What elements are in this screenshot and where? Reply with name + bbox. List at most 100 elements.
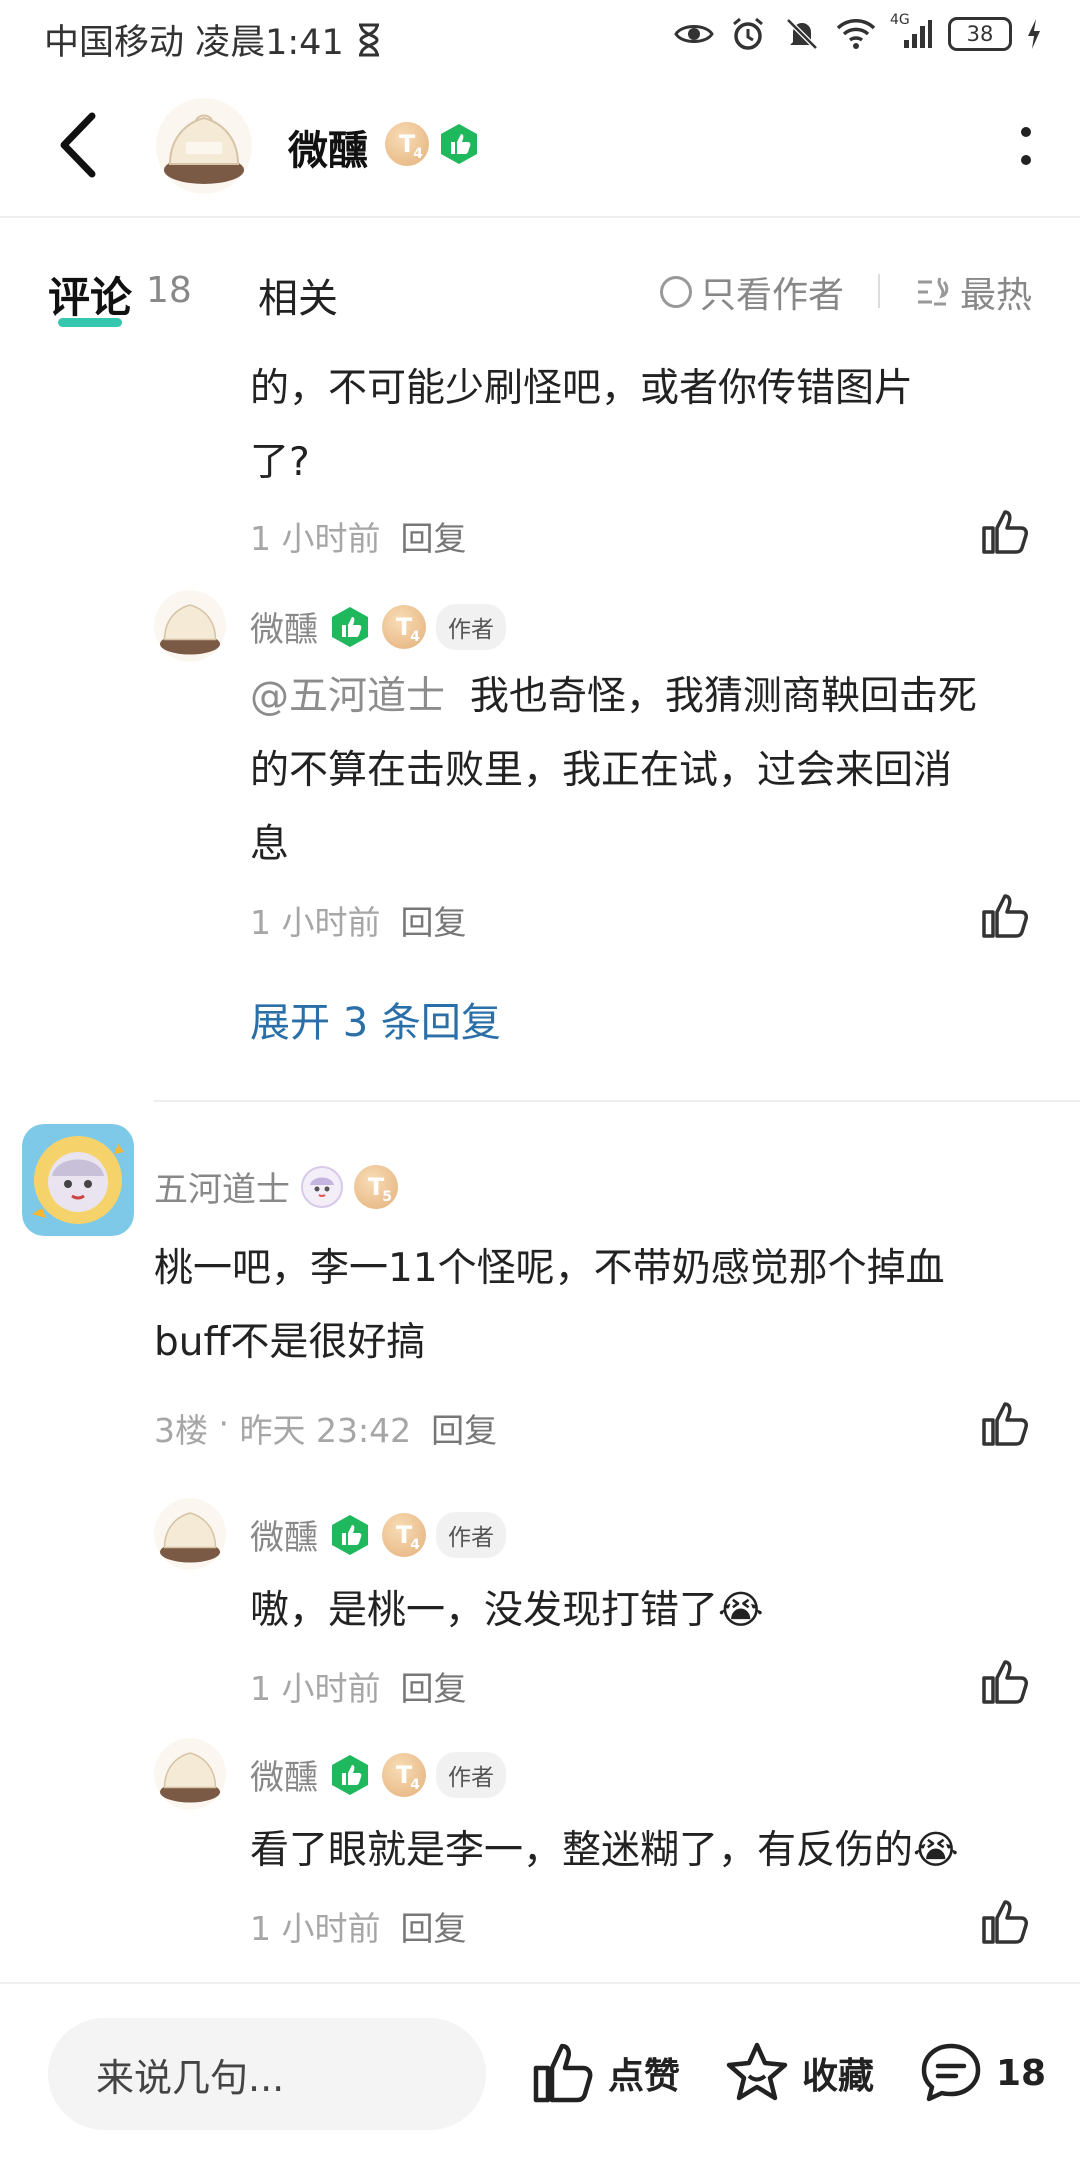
reply-time: 1 小时前 (250, 1909, 381, 1948)
reply-author: 微醺 T4 作者 (250, 1750, 506, 1799)
comment-bubble-icon (921, 2043, 981, 2102)
battery-indicator: 38 (948, 17, 1012, 51)
active-tab-indicator (58, 318, 122, 327)
more-options-icon[interactable] (1016, 124, 1036, 168)
author-tag: 作者 (436, 1751, 506, 1798)
eye-icon (674, 14, 714, 54)
comment-time: 昨天 23:42 (239, 1411, 412, 1450)
wifi-icon (836, 14, 876, 54)
like-icon[interactable] (980, 506, 1030, 556)
like-post-button[interactable]: 点赞 (530, 2040, 680, 2106)
like-icon[interactable] (980, 1656, 1030, 1706)
favorite-label: 收藏 (802, 2056, 875, 2097)
only-author-label: 只看作者 (700, 275, 845, 316)
commenter-avatar[interactable] (22, 1124, 134, 1236)
comment-text: 桃一吧，李一11个怪呢，不带奶感觉那个掉血 buff不是很好搞 (154, 1246, 945, 1365)
author-badges: T4 (385, 122, 481, 166)
comment-time: 1 小时前 (250, 519, 381, 558)
comment-count: 18 (996, 2052, 1047, 2094)
comment-meta: 3楼 · 昨天 23:42 回复 (154, 1404, 498, 1452)
reply-time: 1 小时前 (250, 1669, 381, 1708)
battery-level: 38 (966, 22, 994, 46)
carrier-time: 中国移动 凌晨1:41 (44, 23, 344, 63)
level-badge: T4 (385, 122, 429, 166)
thumbs-up-badge-icon (441, 124, 477, 164)
sort-hot-button[interactable]: 最热 (914, 266, 1032, 318)
hourglass-icon (358, 23, 379, 56)
reply-button[interactable]: 回复 (431, 1404, 497, 1452)
comment-input-placeholder: 来说几句... (96, 2055, 285, 2100)
bottom-action-bar: 来说几句... 点赞 收藏 18 (0, 1982, 1080, 2160)
sort-label: 最热 (960, 275, 1033, 316)
thumbs-up-badge-icon (332, 1514, 368, 1555)
level-badge: T5 (354, 1164, 398, 1209)
reply-time: 1 小时前 (250, 903, 381, 942)
tab-comments[interactable]: 评论 (48, 264, 132, 325)
reply-text: 嗷，是桃一，没发现打错了😭 (250, 1588, 764, 1633)
reply-text: @五河道士 我也奇怪，我猜测商鞅回击死 的不算在击败里，我正在试，过会来回消 息 (250, 674, 977, 867)
crying-emoji-icon: 😭 (718, 1588, 764, 1633)
reply-author-name[interactable]: 微醺 (250, 1510, 318, 1559)
status-left: 中国移动 凌晨1:41 (44, 14, 382, 65)
reply-meta: 1 小时前 回复 (250, 1902, 467, 1950)
comment-separator (154, 1100, 1080, 1102)
reply-text: 看了眼就是李一，整迷糊了，有反伤的😭 (250, 1828, 959, 1873)
reply-button[interactable]: 回复 (401, 1902, 467, 1950)
level-badge: T4 (382, 1512, 426, 1557)
reply-author: 微醺 T4 作者 (250, 602, 506, 651)
crying-emoji-icon: 😭 (913, 1828, 959, 1873)
author-avatar[interactable] (156, 98, 252, 194)
author-name[interactable]: 微醺 (288, 118, 368, 176)
mention-link[interactable]: @五河道士 (250, 674, 445, 719)
reply-avatar[interactable] (154, 590, 226, 662)
network-type: 4G (890, 12, 910, 28)
like-label: 点赞 (608, 2056, 681, 2097)
like-icon[interactable] (980, 1398, 1030, 1448)
like-icon[interactable] (980, 890, 1030, 940)
mute-bell-icon (782, 14, 822, 54)
expand-replies-link[interactable]: 展开 3 条回复 (250, 990, 501, 1048)
comments-count: 18 (146, 270, 192, 311)
thumbs-up-badge-icon (332, 606, 368, 647)
comments-button[interactable]: 18 (918, 2040, 1046, 2106)
sort-icon (918, 277, 949, 306)
only-author-toggle[interactable]: 只看作者 (660, 266, 844, 318)
thumbs-up-icon (533, 2043, 593, 2103)
post-header: 微醺 T4 (0, 74, 1080, 218)
reply-avatar[interactable] (154, 1738, 226, 1810)
alarm-icon (728, 14, 768, 54)
reply-author-name[interactable]: 微醺 (250, 1750, 318, 1799)
floor-number: 3楼 (154, 1411, 208, 1450)
reply-avatar[interactable] (154, 1498, 226, 1570)
status-right: 4G 38 (674, 12, 1042, 54)
radio-circle-icon (660, 276, 692, 308)
author-tag: 作者 (436, 603, 506, 650)
author-tag: 作者 (436, 1511, 506, 1558)
commenter: 五河道士 T5 (154, 1162, 398, 1211)
comment-input[interactable]: 来说几句... (48, 2018, 486, 2130)
character-badge-icon (301, 1165, 343, 1208)
reply-button[interactable]: 回复 (401, 1662, 467, 1710)
reply-meta: 1 小时前 回复 (250, 896, 467, 944)
favorite-button[interactable]: 收藏 (724, 2040, 874, 2106)
tab-related[interactable]: 相关 (258, 266, 338, 324)
commenter-name[interactable]: 五河道士 (154, 1162, 290, 1211)
tab-divider (878, 274, 880, 308)
star-icon (726, 2042, 788, 2101)
reply-button[interactable]: 回复 (401, 512, 467, 560)
level-badge: T4 (382, 604, 426, 649)
comment-meta: 1 小时前 回复 (250, 512, 467, 560)
comment-tabs: 评论 18 相关 只看作者 最热 (0, 218, 1080, 338)
level-badge: T4 (382, 1752, 426, 1797)
reply-author: 微醺 T4 作者 (250, 1510, 506, 1559)
comment-text: 的，不可能少刷怪吧，或者你传错图片 了? (250, 366, 914, 485)
status-bar: 中国移动 凌晨1:41 4G 38 (0, 0, 1080, 74)
reply-button[interactable]: 回复 (401, 896, 467, 944)
charging-icon (1028, 19, 1040, 49)
reply-meta: 1 小时前 回复 (250, 1662, 467, 1710)
back-arrow-icon[interactable] (52, 110, 112, 180)
signal-icon: 4G (890, 12, 934, 54)
like-icon[interactable] (980, 1896, 1030, 1946)
reply-author-name[interactable]: 微醺 (250, 602, 318, 651)
thumbs-up-badge-icon (332, 1754, 368, 1795)
